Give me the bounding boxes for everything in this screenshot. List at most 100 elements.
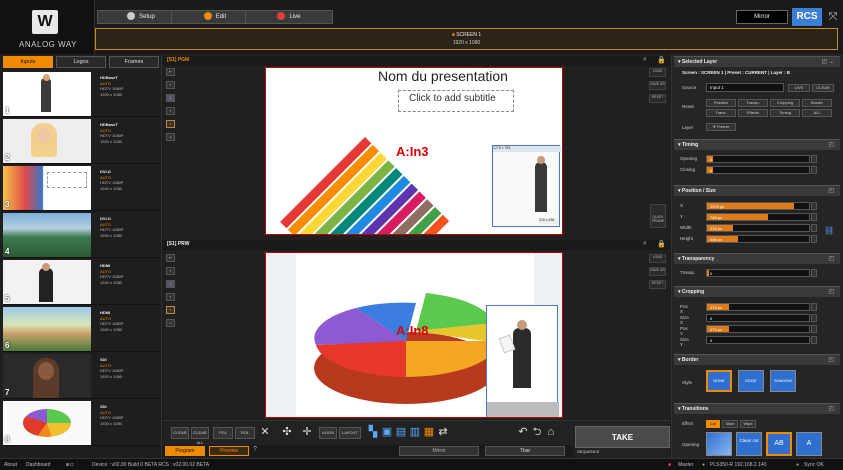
rol-select[interactable]: ROL <box>235 427 255 439</box>
mirror-button[interactable]: Mirror <box>736 10 788 24</box>
collapse-icon[interactable]: ◰ <box>828 405 834 412</box>
program-button[interactable]: Program <box>165 446 205 456</box>
tool-button[interactable]: ▪ <box>166 267 175 275</box>
save-as-button[interactable]: SAVE AS <box>649 267 666 276</box>
field-slider[interactable]: 270 px <box>706 303 810 311</box>
field-slider[interactable]: 456 px <box>706 235 810 243</box>
help-icon[interactable]: ? <box>253 446 263 456</box>
reset-position-button[interactable]: Position <box>706 99 736 107</box>
layer-front-icon[interactable]: ▤ <box>395 425 407 439</box>
reset-transp-button[interactable]: Transp. <box>738 99 768 107</box>
quick-frame-button[interactable]: QUICK FRAME <box>650 204 666 228</box>
layer-up-icon[interactable]: ▚ <box>367 425 379 439</box>
reset-effects-button[interactable]: Effects <box>738 109 768 117</box>
tool-button[interactable]: ▪ <box>166 81 175 89</box>
search-icon[interactable]: ⌕ <box>643 240 647 248</box>
spinner[interactable] <box>811 336 817 344</box>
spinner[interactable] <box>811 155 817 163</box>
lock-icon[interactable]: 🔒 <box>657 240 666 248</box>
layer-back-icon[interactable]: ▥ <box>409 425 421 439</box>
reset-cropping-button[interactable]: Cropping <box>770 99 800 107</box>
collapse-icon[interactable]: ◰ ⌄ <box>822 58 834 65</box>
spinner[interactable] <box>811 224 817 232</box>
live-source-button[interactable]: LIVE <box>788 84 810 92</box>
spinner[interactable] <box>811 325 817 333</box>
input-item-3[interactable]: 3 DVI-D AUTO HDTV 1080P 1920 x 1080 <box>3 165 159 211</box>
clear-source-button[interactable]: CLEAR <box>812 84 834 92</box>
transition-a[interactable]: A <box>796 432 822 456</box>
field-slider[interactable]: 0 <box>706 155 810 163</box>
spinner[interactable] <box>811 314 817 322</box>
effect-wipe[interactable]: Wipe <box>740 420 756 428</box>
tool-button[interactable]: ▪ <box>166 306 175 314</box>
swap-icon[interactable]: ⇄ <box>437 425 449 439</box>
transition-ab[interactable]: AB <box>766 432 792 456</box>
position-header[interactable]: ▾ Position / Size ◰ <box>674 185 840 196</box>
spinner[interactable] <box>811 303 817 311</box>
layout-select[interactable]: LAYOUT <box>339 427 361 439</box>
collapse-icon[interactable]: ◰ <box>828 356 834 363</box>
pgm-canvas[interactable]: Nom du presentation Click to add subtitl… <box>265 67 563 235</box>
border-style-edge[interactable]: EDGE <box>738 370 764 392</box>
spinner[interactable] <box>811 269 817 277</box>
input-item-5[interactable]: 5 HDMI AUTO HDTV 1080P 1920 x 1080 <box>3 259 159 305</box>
load-button[interactable]: LOAD <box>649 254 666 263</box>
field-slider[interactable]: 0 <box>706 269 810 277</box>
spinner[interactable] <box>811 235 817 243</box>
prw-canvas[interactable]: A:In8 <box>265 252 563 418</box>
redo-icon[interactable]: ⮌ <box>531 425 543 439</box>
transition-clean-cut[interactable]: Clean cut <box>736 432 762 456</box>
collapse-icon[interactable]: ◰ <box>828 288 834 295</box>
effect-slide[interactable]: Slide <box>722 420 738 428</box>
undo-icon[interactable]: ↶ <box>517 425 529 439</box>
transition-thumb[interactable] <box>706 432 732 456</box>
clear-button[interactable]: CLEAR <box>171 427 189 439</box>
preview-button[interactable]: Preview <box>209 446 249 456</box>
cropping-header[interactable]: ▾ Cropping ◰ <box>674 286 840 297</box>
tab-live[interactable]: Live <box>245 10 333 24</box>
save-as-button[interactable]: SAVE AS <box>649 81 666 90</box>
tool-button[interactable]: ▪ <box>166 280 175 288</box>
dashboard-link[interactable]: Dashboard <box>26 462 50 468</box>
reset-timing-button[interactable]: Timing <box>770 109 800 117</box>
tool-button[interactable]: ▪ <box>166 293 175 301</box>
clear-all-button[interactable]: CLEAR ALL <box>191 427 209 445</box>
pgl-select[interactable]: PGL <box>213 427 233 439</box>
reset-all-button[interactable]: ALL <box>802 109 832 117</box>
link-icon[interactable]: ⛓ <box>824 226 834 235</box>
timing-header[interactable]: ▾ Timing ◰ <box>674 139 840 150</box>
tool-button[interactable]: ▪ <box>166 107 175 115</box>
input-item-7[interactable]: 7 SDI AUTO HDTV 1080P 1920 x 1080 <box>3 353 159 399</box>
lock-icon[interactable]: 🔒 <box>657 56 666 64</box>
close-icon[interactable]: ⤧ <box>826 10 840 24</box>
align-select[interactable]: ALIGN <box>319 427 337 439</box>
spinner[interactable] <box>811 213 817 221</box>
search-icon[interactable]: ⌕ <box>643 56 647 64</box>
mirror-button-bottom[interactable]: Mirror <box>399 446 479 456</box>
about-link[interactable]: About <box>4 462 17 468</box>
field-slider[interactable]: 768 px <box>706 213 810 221</box>
snap-icon[interactable]: ▦ <box>423 425 435 439</box>
effect-cut[interactable]: Cut <box>706 420 720 428</box>
expand-icon[interactable]: ✣ <box>281 425 293 439</box>
close-icon[interactable]: ✕ <box>259 425 271 439</box>
collapse-icon[interactable]: ◰ <box>828 141 834 148</box>
transitions-header[interactable]: ▾ Transitions ◰ <box>674 403 840 414</box>
input-item-4[interactable]: 4 DVI-D AUTO HDTV 1080P 1920 x 1080 <box>3 212 159 258</box>
music-icon[interactable]: ♫ <box>166 319 175 327</box>
transparency-header[interactable]: ▾ Transparency ◰ <box>674 253 840 264</box>
spinner[interactable] <box>811 202 817 210</box>
cross-icon[interactable]: ✛ <box>301 425 313 439</box>
input-item-2[interactable]: 2 HDBaseT AUTO HDTV 1080P 1920 x 1080 <box>3 118 159 164</box>
tab-frames[interactable]: Frames <box>109 56 159 68</box>
music-icon[interactable]: ♫ <box>166 133 175 141</box>
field-slider[interactable]: 315 px <box>706 224 810 232</box>
tab-inputs[interactable]: Inputs <box>3 56 53 68</box>
collapse-icon[interactable]: ◰ <box>828 187 834 194</box>
tool-button[interactable]: ⇤ <box>166 68 175 76</box>
home-icon[interactable]: ⌂ <box>545 425 557 439</box>
reset-trans-button[interactable]: Trans. <box>706 109 736 117</box>
source-select[interactable]: Input 1 <box>706 83 784 92</box>
tool-button[interactable]: ▪ <box>166 120 175 128</box>
input-item-1[interactable]: 1 HDBaseT AUTO HDTV 1080P 1920 x 1080 <box>3 71 159 117</box>
